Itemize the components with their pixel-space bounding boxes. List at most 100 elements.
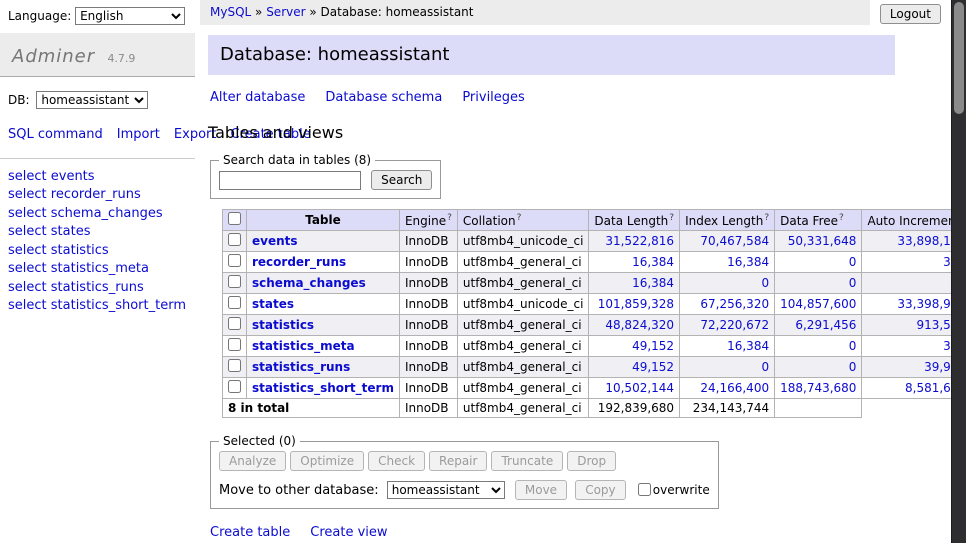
table-name-link[interactable]: statistics_short_term bbox=[252, 381, 394, 395]
copy-button[interactable]: Copy bbox=[575, 480, 625, 500]
select-all-header-cell bbox=[223, 210, 247, 231]
move-db-select[interactable]: homeassistant bbox=[387, 481, 505, 499]
action-link-alter-database[interactable]: Alter database bbox=[210, 90, 305, 105]
help-icon[interactable]: ? bbox=[764, 213, 769, 223]
logout-button[interactable]: Logout bbox=[880, 4, 941, 24]
row-checkbox[interactable] bbox=[228, 359, 241, 372]
table-row: statistics_runsInnoDButf8mb4_general_ci4… bbox=[223, 357, 966, 378]
data-free-link[interactable]: 0 bbox=[849, 360, 857, 374]
cell-data-free: 0 bbox=[775, 252, 862, 273]
create-link-create-view[interactable]: Create view bbox=[310, 525, 387, 540]
optimize-button[interactable]: Optimize bbox=[290, 451, 364, 471]
cell-data-free: 6,291,456 bbox=[775, 315, 862, 336]
sidebar-link-import[interactable]: Import bbox=[117, 127, 160, 142]
drop-button[interactable]: Drop bbox=[567, 451, 616, 471]
cell-data-length: 16,384 bbox=[589, 273, 680, 294]
table-name-link[interactable]: statistics_runs bbox=[252, 360, 350, 374]
page-title: Database: homeassistant bbox=[208, 35, 895, 75]
data-length-link[interactable]: 48,824,320 bbox=[605, 318, 674, 332]
move-db-label: Move to other database: bbox=[219, 483, 379, 498]
data-length-link[interactable]: 49,152 bbox=[632, 339, 674, 353]
table-name-link[interactable]: states bbox=[252, 297, 294, 311]
analyze-button[interactable]: Analyze bbox=[219, 451, 286, 471]
sidebar-item-select-statistics[interactable]: select statistics bbox=[8, 242, 187, 260]
breadcrumb-link-server[interactable]: Server bbox=[266, 5, 305, 19]
index-length-link[interactable]: 0 bbox=[761, 360, 769, 374]
sidebar-item-select-statistics-meta[interactable]: select statistics_meta bbox=[8, 260, 187, 278]
cell-collation: utf8mb4_general_ci bbox=[457, 357, 589, 378]
select-all-checkbox[interactable] bbox=[228, 212, 241, 225]
data-length-link[interactable]: 10,502,144 bbox=[605, 381, 674, 395]
total-engine-cell: InnoDB bbox=[399, 399, 457, 418]
sidebar-item-select-schema-changes[interactable]: select schema_changes bbox=[8, 205, 187, 223]
create-link-create-table[interactable]: Create table bbox=[210, 525, 290, 540]
db-select[interactable]: homeassistant bbox=[36, 91, 148, 109]
help-icon[interactable]: ? bbox=[669, 213, 674, 223]
data-free-link[interactable]: 6,291,456 bbox=[795, 318, 856, 332]
search-input[interactable] bbox=[219, 171, 361, 190]
row-select-cell bbox=[223, 378, 247, 399]
row-checkbox[interactable] bbox=[228, 254, 241, 267]
data-free-link[interactable]: 0 bbox=[849, 276, 857, 290]
data-free-link[interactable]: 0 bbox=[849, 255, 857, 269]
row-select-cell bbox=[223, 252, 247, 273]
row-checkbox[interactable] bbox=[228, 296, 241, 309]
row-checkbox[interactable] bbox=[228, 338, 241, 351]
cell-table-name: recorder_runs bbox=[247, 252, 400, 273]
sidebar-item-select-events[interactable]: select events bbox=[8, 168, 187, 186]
data-free-link[interactable]: 0 bbox=[849, 339, 857, 353]
truncate-button[interactable]: Truncate bbox=[491, 451, 563, 471]
data-length-link[interactable]: 31,522,816 bbox=[605, 234, 674, 248]
row-checkbox[interactable] bbox=[228, 233, 241, 246]
data-length-link[interactable]: 49,152 bbox=[632, 360, 674, 374]
move-button[interactable]: Move bbox=[515, 480, 567, 500]
index-length-link[interactable]: 24,166,400 bbox=[700, 381, 769, 395]
logout-area: Logout bbox=[870, 0, 951, 24]
breadcrumb-link-mysql[interactable]: MySQL bbox=[210, 5, 251, 19]
sidebar-links: SQL commandImportExportCreate table bbox=[0, 125, 195, 146]
sidebar-item-select-statistics-short-term[interactable]: select statistics_short_term bbox=[8, 297, 187, 315]
check-button[interactable]: Check bbox=[368, 451, 425, 471]
help-icon[interactable]: ? bbox=[839, 213, 844, 223]
help-icon[interactable]: ? bbox=[447, 213, 452, 223]
data-free-link[interactable]: 104,857,600 bbox=[780, 297, 856, 311]
language-select[interactable]: English bbox=[75, 7, 185, 25]
scrollbar[interactable] bbox=[951, 0, 966, 543]
index-length-link[interactable]: 16,384 bbox=[727, 255, 769, 269]
sidebar-item-select-statistics-runs[interactable]: select statistics_runs bbox=[8, 279, 187, 297]
repair-button[interactable]: Repair bbox=[429, 451, 487, 471]
data-free-link[interactable]: 50,331,648 bbox=[788, 234, 857, 248]
data-free-link[interactable]: 188,743,680 bbox=[780, 381, 856, 395]
data-length-link[interactable]: 16,384 bbox=[632, 255, 674, 269]
search-button[interactable]: Search bbox=[371, 170, 432, 190]
row-checkbox[interactable] bbox=[228, 380, 241, 393]
table-name-link[interactable]: statistics bbox=[252, 318, 314, 332]
column-header-table: Table bbox=[247, 210, 400, 231]
index-length-link[interactable]: 67,256,320 bbox=[700, 297, 769, 311]
action-link-database-schema[interactable]: Database schema bbox=[325, 90, 442, 105]
table-name-link[interactable]: statistics_meta bbox=[252, 339, 355, 353]
table-name-link[interactable]: recorder_runs bbox=[252, 255, 346, 269]
tables-header-row: TableEngine?Collation?Data Length?Index … bbox=[223, 210, 966, 231]
search-fieldset: Search data in tables (8) Search bbox=[210, 153, 441, 199]
sidebar-item-select-states[interactable]: select states bbox=[8, 223, 187, 241]
overwrite-checkbox[interactable] bbox=[638, 483, 651, 496]
table-row: statistics_metaInnoDButf8mb4_general_ci4… bbox=[223, 336, 966, 357]
sidebar-link-sql-command[interactable]: SQL command bbox=[8, 127, 103, 142]
data-length-link[interactable]: 16,384 bbox=[632, 276, 674, 290]
scrollbar-thumb[interactable] bbox=[954, 2, 964, 114]
index-length-link[interactable]: 0 bbox=[761, 276, 769, 290]
row-checkbox[interactable] bbox=[228, 317, 241, 330]
index-length-link[interactable]: 70,467,584 bbox=[700, 234, 769, 248]
sidebar-item-select-recorder-runs[interactable]: select recorder_runs bbox=[8, 186, 187, 204]
action-link-privileges[interactable]: Privileges bbox=[462, 90, 525, 105]
create-links: Create table Create view bbox=[210, 525, 895, 540]
data-length-link[interactable]: 101,859,328 bbox=[598, 297, 674, 311]
cell-collation: utf8mb4_general_ci bbox=[457, 336, 589, 357]
help-icon[interactable]: ? bbox=[517, 213, 522, 223]
index-length-link[interactable]: 16,384 bbox=[727, 339, 769, 353]
table-name-link[interactable]: events bbox=[252, 234, 298, 248]
table-name-link[interactable]: schema_changes bbox=[252, 276, 366, 290]
row-checkbox[interactable] bbox=[228, 275, 241, 288]
index-length-link[interactable]: 72,220,672 bbox=[700, 318, 769, 332]
